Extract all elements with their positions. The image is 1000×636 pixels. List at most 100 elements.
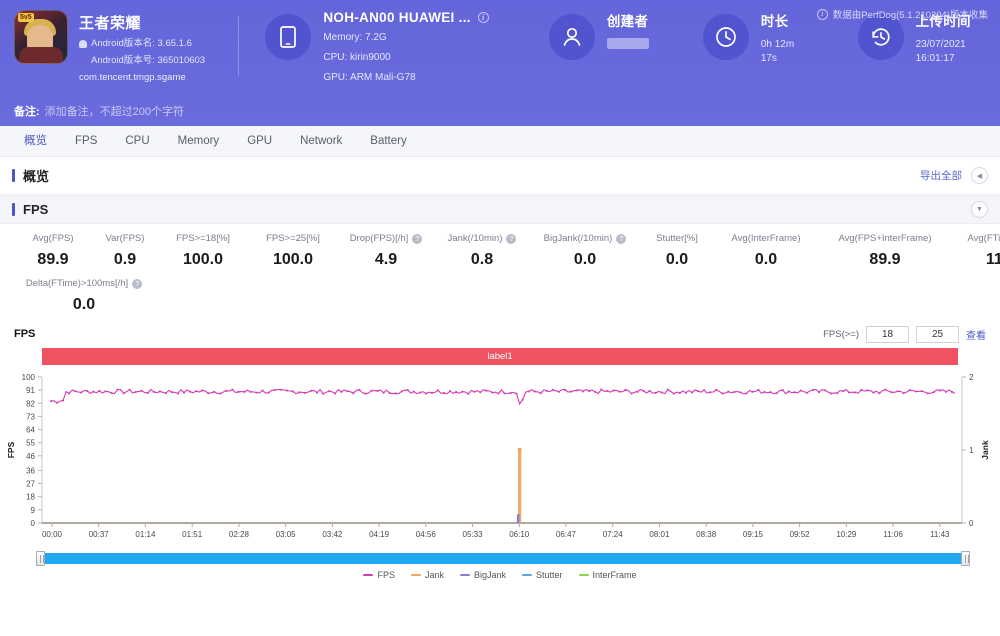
svg-text:09:15: 09:15 bbox=[743, 530, 764, 539]
metric-label: Stutter[%] bbox=[640, 233, 714, 245]
android-icon bbox=[79, 40, 87, 48]
legend-swatch-icon bbox=[363, 574, 374, 576]
tab-memory[interactable]: Memory bbox=[164, 126, 234, 157]
creator-title: 创建者 bbox=[606, 14, 649, 29]
export-all-button[interactable]: 导出全部 bbox=[920, 168, 962, 183]
metric-label: Var(FPS) bbox=[92, 233, 158, 245]
user-icon bbox=[548, 14, 595, 60]
metric-label: Avg(InterFrame) bbox=[714, 233, 818, 245]
svg-text:0: 0 bbox=[31, 519, 36, 528]
main-tabbar: 概览 FPS CPU Memory GPU Network Battery bbox=[0, 126, 1000, 157]
chart-title: FPS bbox=[14, 328, 36, 340]
tab-overview[interactable]: 概览 bbox=[10, 126, 61, 157]
app-version-name-row: Android版本名: 3.65.1.6 bbox=[79, 37, 205, 50]
legend-item[interactable]: BigJank bbox=[459, 570, 506, 580]
fps-section-title: FPS bbox=[12, 202, 48, 217]
legend-item[interactable]: FPS bbox=[363, 570, 395, 580]
creator-name-masked bbox=[606, 38, 649, 49]
legend-swatch-icon bbox=[410, 574, 421, 576]
overview-section-bar: 概览 导出全部 ◀ bbox=[0, 157, 1000, 194]
metric-label: Avg(FPS) bbox=[14, 233, 92, 245]
fps-threshold-high-input[interactable] bbox=[916, 325, 959, 343]
help-icon[interactable]: ? bbox=[506, 234, 517, 244]
svg-text:08:38: 08:38 bbox=[696, 530, 717, 539]
tab-fps[interactable]: FPS bbox=[61, 126, 111, 157]
tab-gpu[interactable]: GPU bbox=[233, 126, 286, 157]
svg-text:91: 91 bbox=[26, 386, 35, 395]
legend-item[interactable]: Stutter bbox=[522, 570, 563, 580]
fps-chart-plot[interactable]: 100 91 82 73 64 55 46 36 27 18 9 0 2 1 0 FPS Jank 00:00 00… bbox=[0, 369, 1000, 551]
help-icon[interactable]: ? bbox=[616, 234, 627, 244]
view-button[interactable]: 查看 bbox=[966, 327, 986, 342]
metric-label-text: Avg(FPS) bbox=[32, 233, 74, 244]
chevron-down-icon[interactable]: ▼ bbox=[971, 200, 988, 218]
metric-label: Delta(FTime)>100ms[/h]? bbox=[14, 278, 154, 290]
svg-text:05:33: 05:33 bbox=[463, 530, 484, 539]
creator-info-block: 创建者 bbox=[548, 10, 649, 60]
perfdog-version-tag: i 数据由PerfDog(5.1.210204)版本收集 bbox=[816, 7, 988, 21]
svg-text:82: 82 bbox=[26, 399, 35, 408]
fps-threshold-filter: FPS(>=) 查看 bbox=[823, 325, 986, 343]
duration-info-block: 时长 0h 12m 17s bbox=[702, 10, 808, 66]
svg-text:1: 1 bbox=[969, 446, 974, 455]
tab-battery[interactable]: Battery bbox=[356, 126, 420, 157]
svg-text:06:10: 06:10 bbox=[509, 530, 530, 539]
svg-text:07:24: 07:24 bbox=[603, 530, 624, 539]
device-info-block: NOH-AN00 HUAWEI ... i Memory: 7.2G CPU: … bbox=[265, 10, 489, 85]
metric-avg-interframe: Avg(InterFrame) 0.0 bbox=[714, 233, 818, 269]
svg-text:100: 100 bbox=[22, 373, 36, 382]
page-title: 概览 bbox=[12, 166, 49, 185]
tab-cpu[interactable]: CPU bbox=[111, 126, 163, 157]
chart-header: FPS FPS(>=) 查看 bbox=[0, 325, 1000, 343]
legend-label: Jank bbox=[424, 570, 444, 580]
metric-label-text: FPS>=25[%] bbox=[266, 233, 320, 244]
svg-text:36: 36 bbox=[26, 466, 35, 475]
legend-swatch-icon bbox=[522, 574, 533, 576]
perfdog-version-text: 数据由PerfDog(5.1.210204)版本收集 bbox=[832, 10, 988, 21]
svg-text:18: 18 bbox=[26, 493, 35, 502]
svg-text:09:52: 09:52 bbox=[790, 530, 811, 539]
note-input[interactable]: 添加备注，不超过200个字符 bbox=[45, 103, 184, 119]
metric-label: FPS>=18[%] bbox=[158, 233, 248, 245]
svg-text:10:29: 10:29 bbox=[836, 530, 857, 539]
range-slider-track[interactable] bbox=[45, 553, 961, 564]
chart-range-slider[interactable] bbox=[36, 551, 970, 566]
help-icon[interactable]: ? bbox=[412, 234, 423, 244]
metric-row-primary: Avg(FPS) 89.9 Var(FPS) 0.9 FPS>=18[%] 100.0 FP… bbox=[14, 233, 1000, 269]
svg-text:04:19: 04:19 bbox=[369, 530, 390, 539]
chart-label-bar[interactable]: label1 bbox=[42, 348, 958, 365]
svg-text:11:43: 11:43 bbox=[930, 530, 950, 539]
tab-network[interactable]: Network bbox=[286, 126, 356, 157]
fps-threshold-low-input[interactable] bbox=[866, 325, 909, 343]
metric-row-secondary: Delta(FTime)>100ms[/h]? 0.0 bbox=[14, 278, 986, 314]
legend-label: FPS bbox=[377, 570, 395, 580]
metric-value: 100.0 bbox=[272, 251, 314, 268]
range-slider-handle-right[interactable] bbox=[961, 551, 970, 566]
device-info-icon[interactable]: i bbox=[477, 12, 489, 23]
app-version-name: Android版本名: 3.65.1.6 bbox=[91, 38, 192, 49]
range-slider-handle-left[interactable] bbox=[36, 551, 45, 566]
chevron-left-icon[interactable]: ◀ bbox=[971, 167, 988, 184]
metric-label-text: Avg(FTime)[ms] bbox=[967, 233, 1000, 244]
svg-text:73: 73 bbox=[26, 412, 35, 421]
metric-value: 11.1 bbox=[985, 251, 1000, 268]
note-row[interactable]: 备注: 添加备注，不超过200个字符 bbox=[0, 95, 1000, 126]
svg-text:03:42: 03:42 bbox=[322, 530, 343, 539]
metric-var-fps: Var(FPS) 0.9 bbox=[92, 233, 158, 269]
svg-text:46: 46 bbox=[26, 452, 35, 461]
metric-label-text: Delta(FTime)>100ms[/h] bbox=[25, 278, 129, 289]
fps-metrics: Avg(FPS) 89.9 Var(FPS) 0.9 FPS>=18[%] 100.0 FP… bbox=[0, 224, 1000, 314]
device-model: NOH-AN00 HUAWEI ... bbox=[323, 10, 471, 25]
legend-swatch-icon bbox=[459, 574, 470, 576]
metric-jank-10min: Jank(/10min)? 0.8 bbox=[434, 233, 530, 269]
metric-label-text: Var(FPS) bbox=[105, 233, 145, 244]
metric-label-text: Avg(InterFrame) bbox=[731, 233, 801, 244]
metric-label-text: Drop(FPS)[/h] bbox=[349, 233, 409, 244]
legend-item[interactable]: Jank bbox=[410, 570, 444, 580]
metric-value: 0.0 bbox=[665, 251, 689, 268]
help-icon[interactable]: ? bbox=[132, 279, 143, 289]
metric-bigjank-10min: BigJank(/10min)? 0.0 bbox=[530, 233, 640, 269]
app-package-name: com.tencent.tmgp.sgame bbox=[79, 72, 186, 83]
clock-icon bbox=[702, 14, 749, 60]
legend-item[interactable]: InterFrame bbox=[578, 570, 637, 580]
